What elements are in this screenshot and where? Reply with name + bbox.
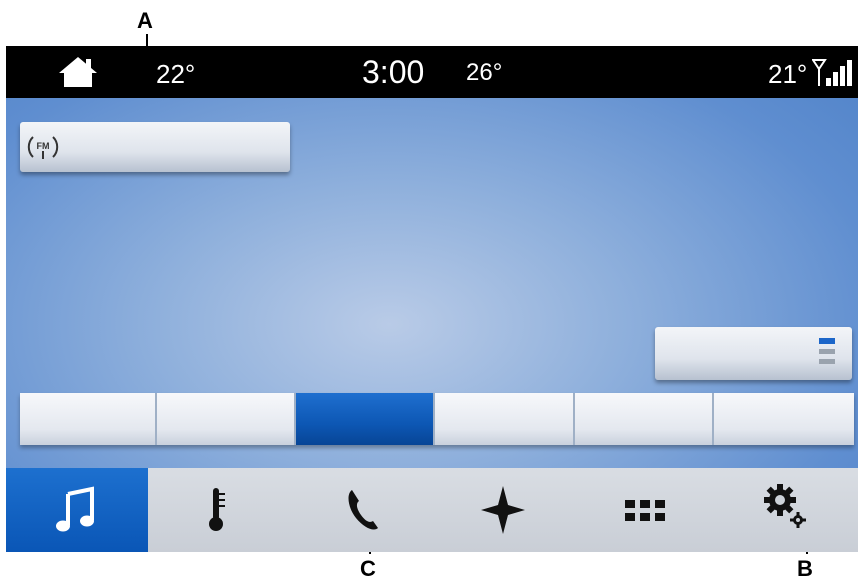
thermometer-icon xyxy=(209,488,225,531)
callout-label-a: A xyxy=(137,8,153,33)
status-bar: 22° 3:00 26° 21° xyxy=(6,46,858,98)
music-note-icon xyxy=(56,486,94,532)
preset-bar xyxy=(20,393,854,445)
apps-grid-icon xyxy=(625,500,665,521)
settings-gear-icon xyxy=(764,484,806,528)
preset-button-1[interactable] xyxy=(20,393,157,445)
list-view-button[interactable] xyxy=(655,327,852,380)
temperature-right: 21° xyxy=(768,59,808,89)
signal-strength-icon xyxy=(812,59,852,86)
nav-audio[interactable] xyxy=(6,468,148,552)
nav-apps[interactable] xyxy=(574,468,716,552)
preset-button-5[interactable] xyxy=(575,393,714,445)
nav-climate[interactable] xyxy=(148,468,290,552)
infotainment-screen: 22° 3:00 26° 21° FM xyxy=(6,46,858,552)
clock: 3:00 xyxy=(362,54,425,90)
list-icon xyxy=(819,338,835,364)
navigation-star-icon xyxy=(481,486,525,534)
svg-text:FM: FM xyxy=(37,141,50,151)
nav-navigation[interactable] xyxy=(432,468,574,552)
outside-temperature: 26° xyxy=(466,59,503,86)
preset-button-6[interactable] xyxy=(714,393,854,445)
fm-radio-icon: FM xyxy=(27,136,59,159)
bottom-nav-bar xyxy=(6,468,858,552)
nav-phone[interactable] xyxy=(290,468,432,552)
source-button[interactable]: FM xyxy=(20,122,290,172)
preset-button-4[interactable] xyxy=(435,393,575,445)
callout-label-c: C xyxy=(360,556,376,581)
preset-button-2[interactable] xyxy=(157,393,296,445)
phone-icon xyxy=(348,490,378,530)
preset-button-3[interactable] xyxy=(296,393,435,445)
callout-label-b: B xyxy=(797,556,813,581)
home-icon[interactable] xyxy=(58,56,98,88)
nav-settings[interactable] xyxy=(716,468,858,552)
temperature-left: 22° xyxy=(156,59,196,89)
